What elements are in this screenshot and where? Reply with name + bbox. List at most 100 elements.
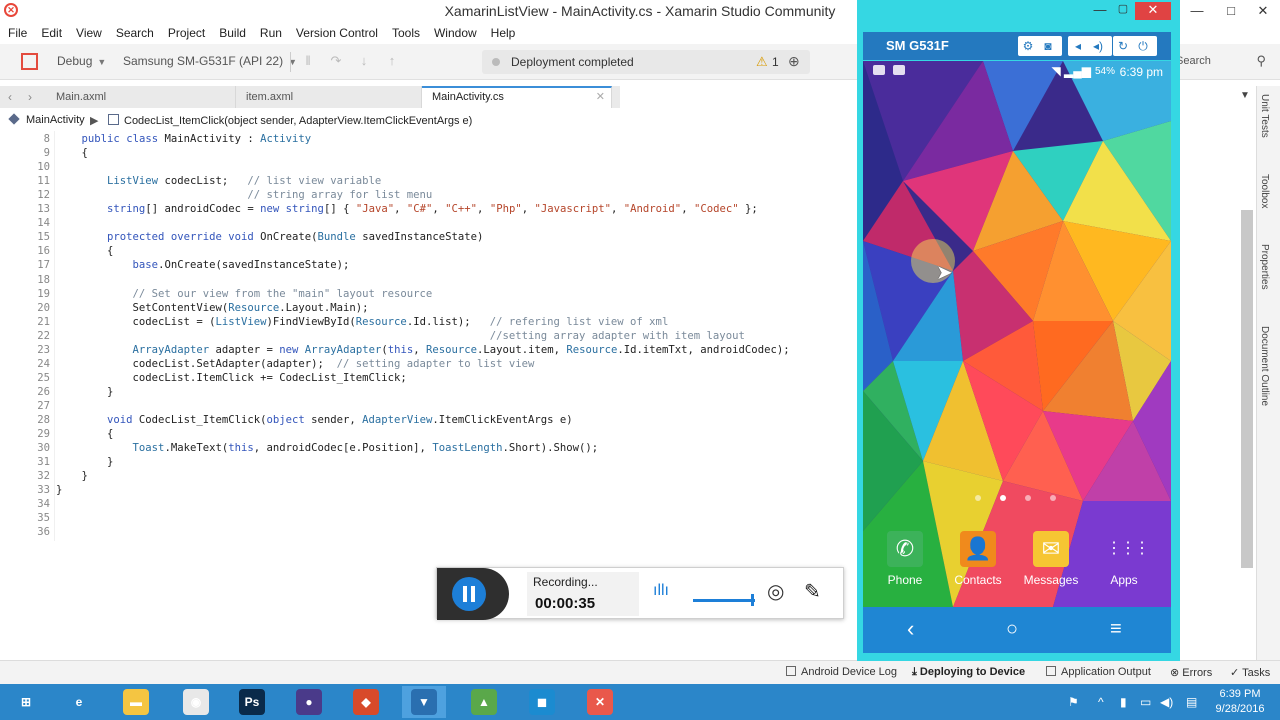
pause-debug-icon[interactable]: ‖ [300, 53, 316, 71]
settings-icon[interactable]: ⚙ [1018, 36, 1038, 56]
tray-expand-icon[interactable]: ^ [1098, 684, 1104, 720]
emulator-close-button[interactable]: ✕ [1135, 2, 1171, 20]
menu-help[interactable]: Help [484, 22, 523, 44]
deploying-status[interactable]: ⤓ Deploying to Device [912, 666, 1025, 679]
pause-recording-button[interactable] [452, 577, 486, 611]
code-line[interactable]: public class MainActivity : Activity [56, 132, 312, 146]
webcam-icon[interactable]: ◎ [767, 579, 784, 604]
taskbar-recorder[interactable]: ◆ [344, 686, 388, 718]
android-device-log-button[interactable]: Android Device Log [786, 666, 897, 678]
taskbar-internet-explorer[interactable]: e [57, 686, 101, 718]
menu-file[interactable]: File [0, 22, 34, 44]
taskbar-eclipse[interactable]: ● [287, 686, 331, 718]
code-line[interactable]: //setting array adapter with item layout [56, 329, 745, 343]
side-panel-toolbox[interactable]: Toolbox [1259, 174, 1270, 208]
errors-button[interactable]: ⊗ Errors [1170, 666, 1212, 679]
close-tab-icon[interactable]: ✕ [596, 88, 605, 107]
editor-scrollbar[interactable] [1241, 210, 1253, 568]
side-panel-document-outline[interactable]: Document Outline [1259, 326, 1270, 406]
menu-build[interactable]: Build [212, 22, 253, 44]
menu-window[interactable]: Window [427, 22, 484, 44]
volume-slider[interactable] [693, 599, 755, 602]
tray-language-icon[interactable]: ▤ [1186, 684, 1197, 720]
volume-down-icon[interactable]: ◂ [1068, 36, 1088, 56]
code-line[interactable]: // string array for list menu [56, 188, 432, 202]
code-line[interactable]: { [56, 146, 88, 160]
tab-mainactivity-cs[interactable]: MainActivity.cs ✕ [422, 86, 612, 108]
side-panel-properties[interactable]: Properties [1259, 244, 1270, 290]
dock-app-messages[interactable]: ✉ Messages [1016, 531, 1086, 587]
menu-icon[interactable]: ≡ [1110, 617, 1122, 641]
nav-forward-icon[interactable]: › [28, 90, 32, 104]
tray-volume-icon[interactable]: ◀) [1160, 684, 1173, 720]
tray-notification-icon[interactable]: ⚑ [1068, 684, 1079, 720]
power-icon[interactable]: ⏻ [1133, 36, 1153, 56]
minimize-button[interactable]: — [1180, 0, 1214, 22]
home-icon[interactable]: ○ [1006, 617, 1018, 641]
menu-search[interactable]: Search [109, 22, 161, 44]
taskbar-photoshop[interactable]: Ps [230, 686, 274, 718]
annotate-pen-icon[interactable]: ✎ [804, 579, 821, 604]
back-icon[interactable]: ‹ [907, 617, 914, 641]
taskbar-windows-start[interactable]: ⊞ [4, 686, 48, 718]
maximize-button[interactable]: □ [1214, 0, 1248, 22]
code-line[interactable]: codecList.SetAdapter(adapter); // settin… [56, 357, 535, 371]
add-circle-icon[interactable]: ⊕ [788, 53, 800, 70]
search-input[interactable]: Search ⚲ [1168, 52, 1272, 72]
emulator-minimize-button[interactable]: — [1085, 2, 1115, 20]
step-into-icon[interactable]: ↓ [356, 53, 372, 71]
code-line[interactable]: } [56, 483, 62, 497]
stop-button[interactable] [21, 53, 38, 70]
taskbar-chrome[interactable]: ◉ [174, 686, 218, 718]
menu-project[interactable]: Project [161, 22, 212, 44]
code-line[interactable]: } [56, 455, 113, 469]
tasks-button[interactable]: ✓ Tasks [1230, 666, 1270, 679]
tray-network-icon[interactable]: ▮ [1120, 684, 1127, 720]
volume-up-icon[interactable]: ◂) [1088, 36, 1108, 56]
menu-version-control[interactable]: Version Control [289, 22, 385, 44]
code-line[interactable]: ArrayAdapter adapter = new ArrayAdapter(… [56, 343, 790, 357]
code-line[interactable]: } [56, 385, 113, 399]
tab-list-dropdown-icon[interactable]: ▼ [1240, 90, 1250, 101]
code-line[interactable]: codecList.ItemClick += CodecList_ItemCli… [56, 371, 407, 385]
menu-tools[interactable]: Tools [385, 22, 427, 44]
taskbar-xamarin-studio[interactable]: ✕ [578, 686, 622, 718]
menu-edit[interactable]: Edit [34, 22, 69, 44]
taskbar-clock[interactable]: 6:39 PM 9/28/2016 [1210, 687, 1270, 717]
rotate-icon[interactable]: ↻ [1113, 36, 1133, 56]
dock-app-contacts[interactable]: 👤 Contacts [943, 531, 1013, 587]
audio-level-icon[interactable]: ıllı [653, 582, 669, 600]
taskbar-xamarin-emulator[interactable]: ▼ [402, 686, 446, 718]
nav-back-icon[interactable]: ‹ [8, 90, 12, 104]
code-line[interactable]: { [56, 244, 113, 258]
code-line[interactable]: string[] androidCodec = new string[] { "… [56, 202, 758, 216]
volume-slider-handle[interactable] [751, 594, 754, 606]
step-over-icon[interactable]: ↷ [328, 53, 344, 71]
phone-screen[interactable]: ◥ ▂▄▆ 54% 6:39 pm ➤ ✆ Phone 👤 Contacts ✉ Mess… [863, 61, 1171, 607]
code-line[interactable]: Toast.MakeText(this, androidCodec[e.Posi… [56, 441, 599, 455]
code-line[interactable]: ListView codecList; // list view variabl… [56, 174, 381, 188]
screenshot-icon[interactable]: ◙ [1038, 36, 1058, 56]
step-out-icon[interactable]: ↑ [384, 53, 400, 71]
taskbar-android-studio[interactable]: ▲ [462, 686, 506, 718]
emulator-restore-button[interactable]: ▢ [1112, 2, 1134, 15]
taskbar-camera-app[interactable]: ◼ [520, 686, 564, 718]
code-line[interactable]: } [56, 469, 88, 483]
code-line[interactable]: void CodecList_ItemClick(object sender, … [56, 413, 573, 427]
dock-app-phone[interactable]: ✆ Phone [870, 531, 940, 587]
application-output-button[interactable]: Application Output [1046, 666, 1151, 678]
tab-main-axml[interactable]: Main.axml [46, 86, 236, 108]
configuration-dropdown[interactable]: Debug ▼ [57, 54, 106, 68]
tab-item-axml[interactable]: item.axml [236, 86, 422, 108]
code-line[interactable]: // Set our view from the "main" layout r… [56, 287, 433, 301]
menu-run[interactable]: Run [253, 22, 289, 44]
code-line[interactable]: SetContentView(Resource.Layout.Main); [56, 301, 369, 315]
dock-app-apps[interactable]: ⋮⋮⋮ Apps [1089, 531, 1159, 587]
device-dropdown[interactable]: Samsung SM-G531F (API 22) ▼ [123, 54, 297, 68]
side-panel-unit-tests[interactable]: Unit Tests [1259, 94, 1270, 138]
code-line[interactable]: protected override void OnCreate(Bundle … [56, 230, 483, 244]
breadcrumb-member[interactable]: CodecList_ItemClick(object sender, Adapt… [108, 114, 472, 127]
code-line[interactable]: base.OnCreate(savedInstanceState); [56, 258, 350, 272]
code-line[interactable]: { [56, 427, 113, 441]
code-line[interactable]: codecList = (ListView)FindViewById(Resou… [56, 315, 669, 329]
